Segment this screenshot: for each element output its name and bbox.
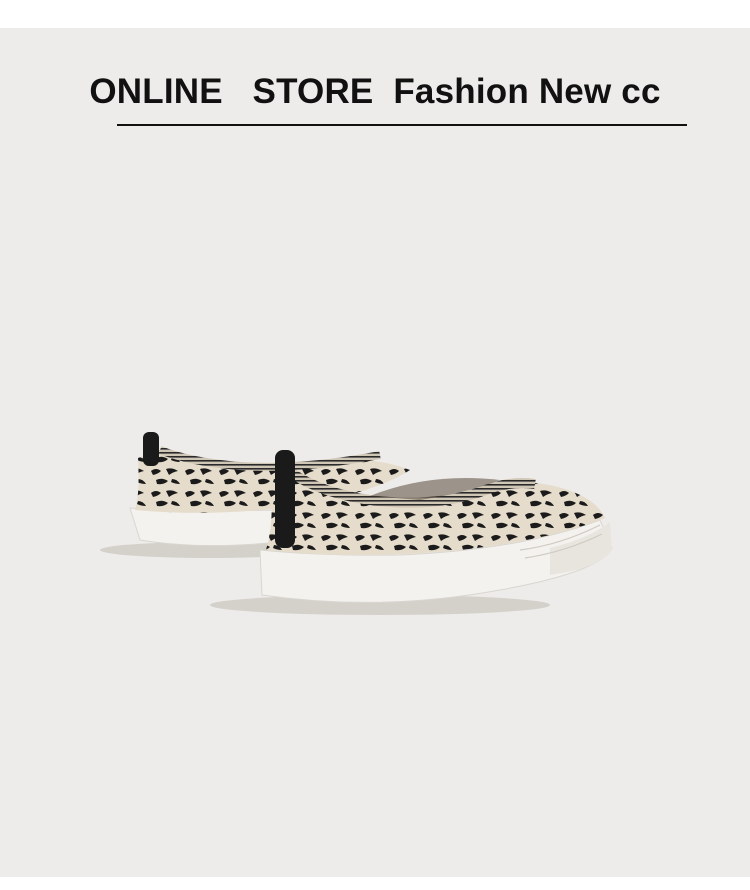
shoe-product-image	[80, 400, 640, 630]
front-heel-tab	[275, 450, 295, 548]
back-heel-tab	[143, 432, 159, 466]
store-headline: ONLINE STORE Fashion New cc	[89, 72, 661, 111]
headline-underline	[117, 124, 687, 126]
